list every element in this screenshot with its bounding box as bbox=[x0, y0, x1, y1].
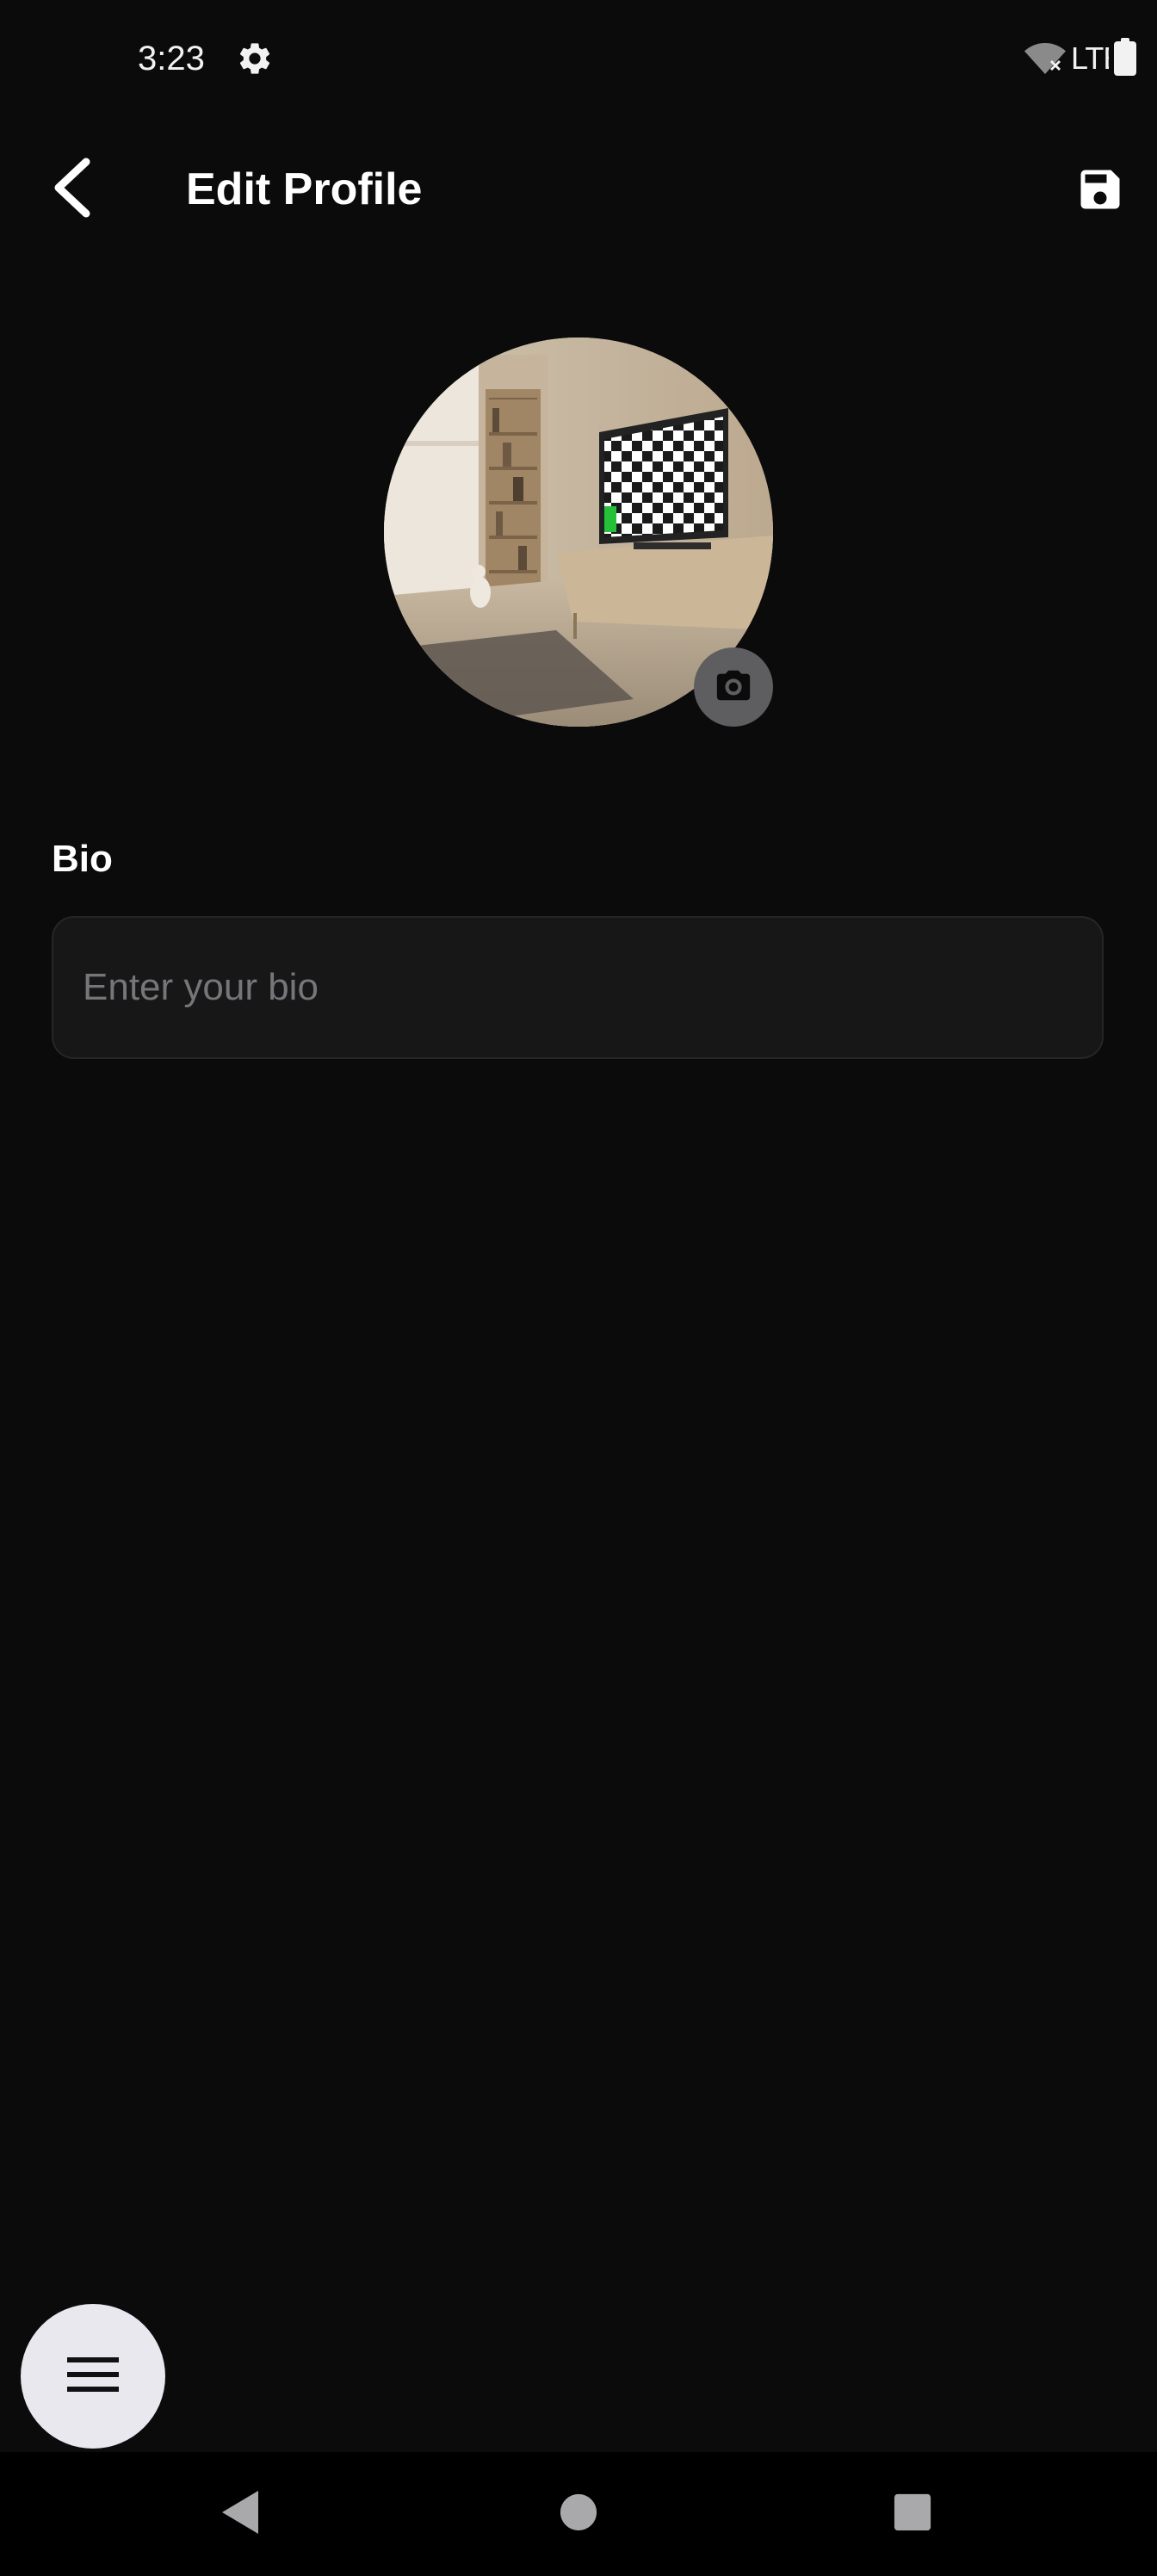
menu-fab-button[interactable] bbox=[21, 2304, 165, 2449]
hamburger-menu-icon bbox=[67, 2356, 119, 2398]
nav-back-triangle-icon bbox=[220, 2489, 262, 2540]
system-nav-bar bbox=[0, 2452, 1157, 2576]
floppy-disk-save-icon bbox=[1074, 164, 1126, 220]
bio-label: Bio bbox=[52, 838, 113, 880]
battery-icon bbox=[1114, 37, 1136, 80]
avatar-container bbox=[384, 337, 773, 727]
save-button[interactable] bbox=[1064, 155, 1136, 227]
back-button[interactable] bbox=[38, 155, 107, 224]
change-photo-button[interactable] bbox=[694, 647, 773, 727]
nav-recents-square-icon bbox=[893, 2492, 932, 2536]
status-indicators: LTE bbox=[1024, 37, 1136, 80]
network-type-label: LTE bbox=[1071, 40, 1109, 76]
nav-recents-button[interactable] bbox=[878, 2480, 947, 2548]
app-bar: Edit Profile bbox=[0, 138, 1157, 243]
chevron-left-icon bbox=[48, 157, 96, 223]
settings-gear-icon bbox=[236, 40, 274, 77]
status-time: 3:23 bbox=[138, 40, 205, 77]
camera-icon bbox=[714, 666, 753, 709]
nav-back-button[interactable] bbox=[207, 2480, 275, 2548]
status-bar: 3:23 LTE bbox=[0, 0, 1157, 117]
page-title: Edit Profile bbox=[186, 164, 423, 214]
bio-input[interactable] bbox=[52, 916, 1104, 1059]
nav-home-button[interactable] bbox=[544, 2480, 613, 2548]
wifi-off-icon bbox=[1024, 38, 1066, 80]
nav-home-circle-icon bbox=[559, 2492, 598, 2536]
